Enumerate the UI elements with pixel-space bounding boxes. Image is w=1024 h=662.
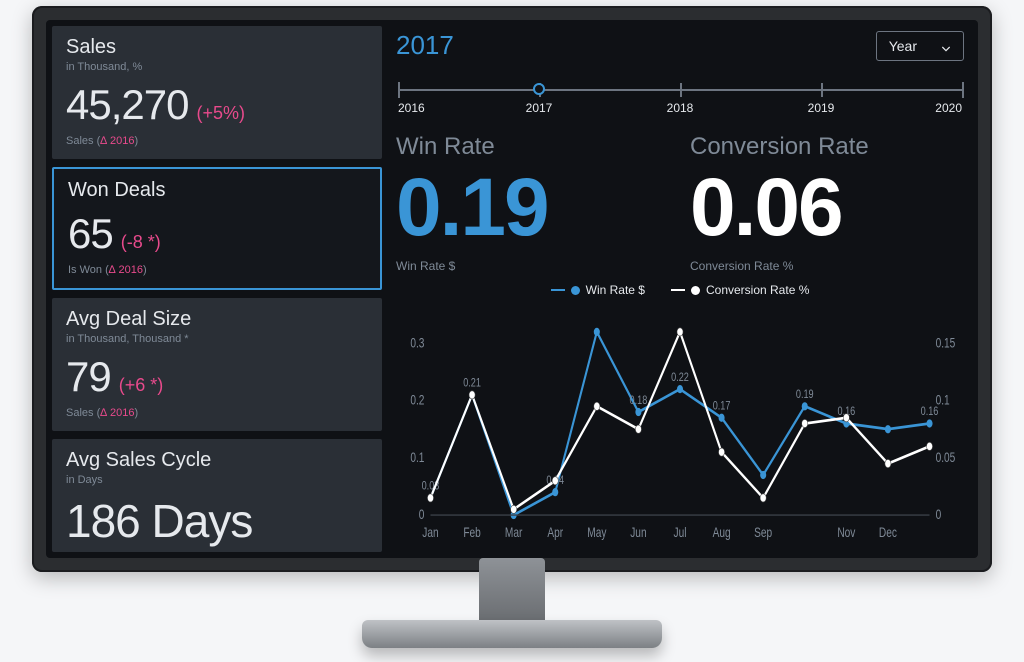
kpi-subtitle: Conversion Rate % xyxy=(690,259,964,273)
timeline-tick-label: 2017 xyxy=(526,101,553,115)
svg-text:0: 0 xyxy=(936,507,942,523)
card-value: 186 Days xyxy=(66,494,252,548)
svg-text:Jan: Jan xyxy=(422,525,438,541)
timeline-tick xyxy=(821,83,823,97)
legend-item-win-rate[interactable]: Win Rate $ xyxy=(551,283,645,297)
card-footer: Sales (∆ 2016) xyxy=(66,407,368,419)
legend-line-icon xyxy=(551,289,565,291)
svg-text:Sep: Sep xyxy=(754,525,772,541)
card-value: 65 xyxy=(68,210,113,258)
svg-text:Aug: Aug xyxy=(713,525,731,541)
timeline-tick-label: 2018 xyxy=(667,101,694,115)
svg-text:0.15: 0.15 xyxy=(936,335,956,351)
card-delta: (+5%) xyxy=(196,103,245,124)
dashboard-screen: Sales in Thousand, % 45,270 (+5%) Sales … xyxy=(46,20,978,558)
card-won-deals[interactable]: Won Deals 65 (-8 *) Is Won (∆ 2016) xyxy=(52,167,382,290)
timeline-tick-label: 2020 xyxy=(935,101,962,115)
card-subtitle: in Thousand, % xyxy=(66,61,368,73)
card-delta: (+6 *) xyxy=(119,375,164,396)
period-dropdown-label: Year xyxy=(889,38,917,54)
card-value: 79 xyxy=(66,353,111,401)
card-avg-deal-size[interactable]: Avg Deal Size in Thousand, Thousand * 79… xyxy=(52,298,382,431)
monitor-base xyxy=(362,620,662,648)
svg-text:0.21: 0.21 xyxy=(463,376,481,390)
card-avg-sales-cycle[interactable]: Avg Sales Cycle in Days 186 Days xyxy=(52,439,382,552)
svg-text:0.18: 0.18 xyxy=(630,394,648,408)
chevron-down-icon xyxy=(941,41,951,51)
timeline-tick xyxy=(962,82,964,98)
card-value: 45,270 xyxy=(66,81,188,129)
legend-label: Win Rate $ xyxy=(586,283,645,297)
card-title: Avg Deal Size xyxy=(66,308,368,331)
svg-text:0: 0 xyxy=(419,507,425,523)
timeline-tick xyxy=(398,82,400,98)
legend-dot-icon xyxy=(571,286,580,295)
svg-text:0.19: 0.19 xyxy=(796,388,814,402)
monitor-neck xyxy=(479,558,545,622)
svg-text:Nov: Nov xyxy=(837,525,855,541)
kpi-value: 0.06 xyxy=(690,167,964,249)
kpi-win-rate: Win Rate 0.19 Win Rate $ xyxy=(396,133,670,273)
selected-year-heading: 2017 xyxy=(396,30,454,61)
card-value-row: 45,270 (+5%) xyxy=(66,81,368,129)
timeline-tick-label: 2019 xyxy=(808,101,835,115)
card-value-row: 186 Days xyxy=(66,494,368,548)
svg-text:0.2: 0.2 xyxy=(410,392,424,408)
card-value-row: 65 (-8 *) xyxy=(68,210,366,258)
legend-dot-icon xyxy=(691,286,700,295)
period-dropdown[interactable]: Year xyxy=(876,31,964,61)
kpi-row: Win Rate 0.19 Win Rate $ Conversion Rate… xyxy=(396,133,964,273)
kpi-subtitle: Win Rate $ xyxy=(396,259,670,273)
line-chart-svg: 00.10.20.300.050.10.15JanFebMarAprMayJun… xyxy=(396,301,964,548)
svg-text:Dec: Dec xyxy=(879,525,897,541)
top-row: 2017 Year xyxy=(396,30,964,61)
svg-text:Mar: Mar xyxy=(505,525,522,541)
svg-text:Jun: Jun xyxy=(630,525,646,541)
chart-legend: Win Rate $ Conversion Rate % xyxy=(396,283,964,297)
legend-line-icon xyxy=(671,289,685,291)
card-footer: Is Won (∆ 2016) xyxy=(68,264,366,276)
kpi-conversion-rate: Conversion Rate 0.06 Conversion Rate % xyxy=(690,133,964,273)
legend-item-conversion-rate[interactable]: Conversion Rate % xyxy=(671,283,809,297)
card-value-row: 79 (+6 *) xyxy=(66,353,368,401)
svg-text:0.1: 0.1 xyxy=(410,449,424,465)
year-timeline-slider[interactable]: 2016 2017 2018 2019 2020 xyxy=(398,79,962,119)
card-sales[interactable]: Sales in Thousand, % 45,270 (+5%) Sales … xyxy=(52,26,382,159)
kpi-card-column: Sales in Thousand, % 45,270 (+5%) Sales … xyxy=(52,26,382,552)
svg-text:0.17: 0.17 xyxy=(713,399,731,413)
svg-text:0.05: 0.05 xyxy=(936,449,956,465)
svg-text:0.16: 0.16 xyxy=(921,405,939,419)
kpi-title: Conversion Rate xyxy=(690,133,964,161)
timeline-handle[interactable] xyxy=(533,83,545,95)
legend-label: Conversion Rate % xyxy=(706,283,809,297)
card-subtitle: in Thousand, Thousand * xyxy=(66,333,368,345)
card-delta: (-8 *) xyxy=(121,232,161,253)
kpi-title: Win Rate xyxy=(396,133,670,161)
timeline-tick-label: 2016 xyxy=(398,101,425,115)
timeline-tick xyxy=(680,83,682,97)
monitor-bezel: Sales in Thousand, % 45,270 (+5%) Sales … xyxy=(32,6,992,572)
monitor-mock: Sales in Thousand, % 45,270 (+5%) Sales … xyxy=(0,0,1024,662)
card-footer: Sales (∆ 2016) xyxy=(66,135,368,147)
svg-text:May: May xyxy=(587,525,606,541)
card-title: Won Deals xyxy=(68,179,366,202)
card-subtitle: in Days xyxy=(66,474,368,486)
card-title: Avg Sales Cycle xyxy=(66,449,368,472)
svg-text:0.22: 0.22 xyxy=(671,371,689,385)
svg-text:Feb: Feb xyxy=(463,525,481,541)
main-panel: 2017 Year 2016 2017 2018 2019 2020 Win Rate … xyxy=(390,26,972,552)
svg-text:0.3: 0.3 xyxy=(410,335,424,351)
line-chart: 00.10.20.300.050.10.15JanFebMarAprMayJun… xyxy=(396,301,964,548)
kpi-value: 0.19 xyxy=(396,167,670,249)
svg-text:Jul: Jul xyxy=(674,525,687,541)
card-title: Sales xyxy=(66,36,368,59)
svg-text:Apr: Apr xyxy=(547,525,563,541)
